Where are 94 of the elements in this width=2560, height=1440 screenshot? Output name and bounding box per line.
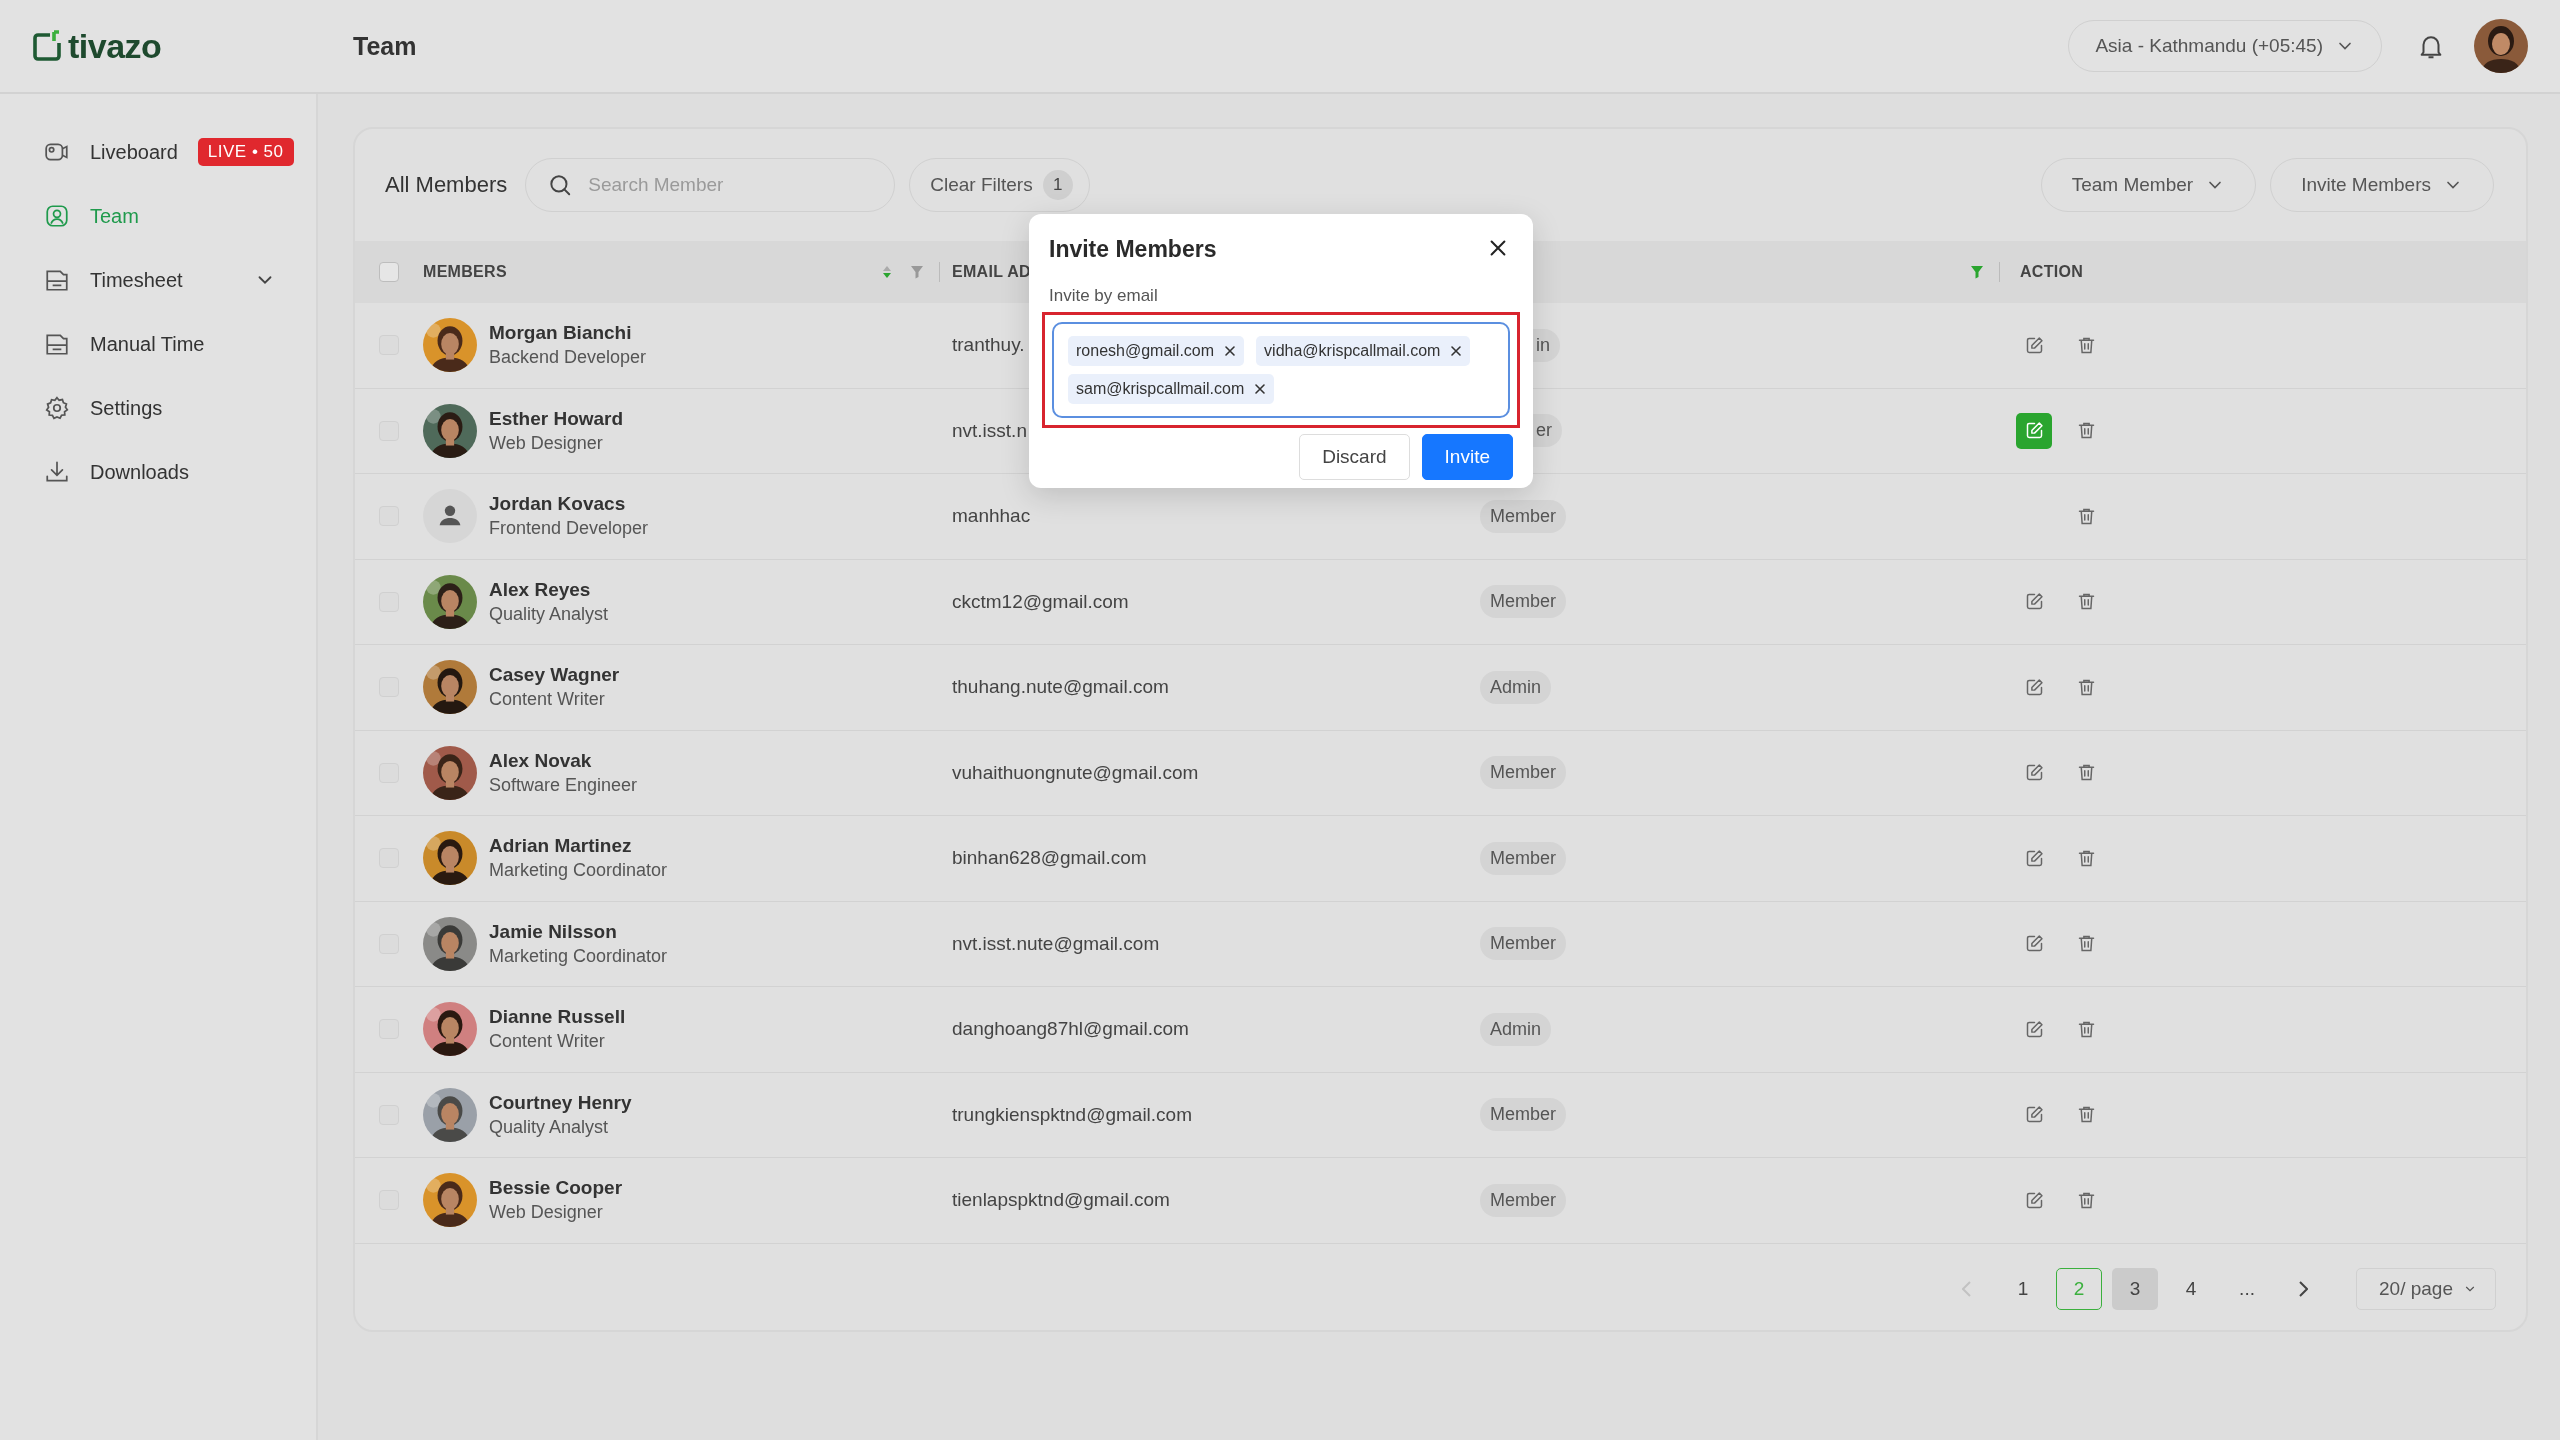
logo-icon [32, 30, 62, 62]
email-text: nvt.isst.n [952, 419, 1027, 442]
dropdown-button[interactable]: Team Member [2040, 158, 2257, 212]
remove-icon[interactable] [1254, 383, 1267, 395]
remove-icon[interactable] [1224, 345, 1237, 357]
sidebar-label: Timesheet [90, 268, 184, 292]
sidebar-label: Liveboard [90, 140, 178, 164]
role-tag: Member [1480, 927, 1566, 961]
email-tag: sam@krispcallmail.com [1068, 374, 1275, 404]
email-text: manhhac [952, 505, 1031, 528]
brand-name: tivazo [68, 26, 162, 66]
search-field[interactable]: Search Member [525, 158, 896, 212]
remove-icon[interactable] [1450, 345, 1463, 357]
clear-filters-button[interactable]: Clear Filters 1 [909, 158, 1090, 212]
member-name: Alex Reyes [489, 578, 592, 601]
role-tag: Member [1480, 1183, 1566, 1217]
sidebar-label: Settings [90, 396, 164, 420]
member-name: Jamie Nilsson [489, 920, 618, 943]
calendar-icon [44, 267, 70, 293]
page-button[interactable]: ... [2224, 1268, 2271, 1310]
email-text: vuhaithuongnute@gmail.com [952, 761, 1199, 784]
member-name: Jordan Kovacs [489, 493, 627, 516]
edit-button[interactable] [2016, 412, 2052, 449]
member-name: Bessie Cooper [489, 1177, 623, 1200]
page-size-dropdown[interactable]: 20/ page [2356, 1268, 2496, 1310]
section-title: All Members [385, 172, 508, 198]
chevron-left-icon [1962, 1281, 1973, 1297]
email-tag: vidha@krispcallmail.com [1256, 336, 1471, 366]
sidebar-item[interactable]: Timesheet [0, 252, 316, 308]
email-text: danghoang87hl@gmail.com [952, 1018, 1189, 1041]
role-tag: Member [1480, 499, 1566, 533]
member-name: Dianne Russell [489, 1006, 626, 1029]
email-text: binhan628@gmail.com [952, 847, 1147, 870]
column-header: MEMBERS [423, 263, 508, 281]
download-icon [44, 459, 70, 485]
email-text: ckctm12@gmail.com [952, 590, 1129, 613]
role-tag: Member [1480, 841, 1566, 875]
member-title: Quality Analyst [489, 1116, 610, 1138]
sidebar-item[interactable]: Settings [0, 380, 316, 436]
member-title: Content Writer [489, 689, 606, 711]
filter-count: 1 [1042, 170, 1073, 200]
settings-icon [44, 395, 70, 421]
page-button[interactable]: 1 [2000, 1268, 2047, 1310]
member-title: Marketing Coordinator [489, 945, 668, 967]
sidebar-label: Manual Time [90, 332, 206, 356]
column-header: ACTION [2020, 263, 2084, 281]
discard-button[interactable]: Discard [1299, 434, 1410, 480]
email-text: nvt.isst.nute@gmail.com [952, 932, 1160, 955]
email-text: thuhang.nute@gmail.com [952, 676, 1169, 699]
role-tag: Member [1480, 585, 1566, 619]
email-text: tranthuy. [952, 334, 1025, 357]
sidebar-item[interactable]: Downloads [0, 444, 316, 500]
chevron-right-icon [2298, 1281, 2309, 1297]
field-label: Invite by email [1049, 286, 1159, 306]
member-title: Frontend Developer [489, 518, 649, 540]
page-button[interactable]: 4 [2168, 1268, 2215, 1310]
timezone-dropdown[interactable]: Asia - Kathmandu (+05:45) [2068, 20, 2382, 72]
member-name: Morgan Bianchi [489, 322, 633, 345]
sidebar-label: Team [90, 204, 140, 228]
live-badge: LIVE • 50 [197, 138, 294, 166]
role-tag: Admin [1480, 670, 1552, 704]
page-title: Team [353, 31, 418, 61]
email-text: trungkienspktnd@gmail.com [952, 1103, 1192, 1126]
page-button[interactable]: 3 [2112, 1268, 2159, 1310]
role-tag: Member [1480, 756, 1566, 790]
member-name: Courtney Henry [489, 1091, 632, 1114]
select-all-checkbox[interactable] [379, 262, 399, 282]
sidebar-item[interactable]: Liveboard LIVE • 50 [0, 124, 316, 180]
user-icon [423, 489, 477, 544]
invite-button[interactable]: Invite [1421, 434, 1513, 480]
member-name: Casey Wagner [489, 664, 620, 687]
dialog-title: Invite Members [1049, 235, 1217, 263]
member-title: Software Engineer [489, 774, 638, 796]
role-tag: Member [1480, 1098, 1566, 1132]
member-name: Adrian Martinez [489, 835, 633, 858]
member-name: Alex Novak [489, 749, 593, 772]
member-title: Quality Analyst [489, 603, 609, 625]
email-input-field[interactable]: ronesh@gmail.com vidha@krispcallmail.com sam@krispcallmail.com [1052, 322, 1510, 418]
member-title: Marketing Coordinator [489, 860, 668, 882]
member-title: Web Designer [489, 1202, 604, 1224]
email-text: tienlapspktnd@gmail.com [952, 1189, 1170, 1212]
filter-icon[interactable] [1968, 264, 1985, 280]
member-title: Web Designer [489, 432, 604, 454]
member-title: Backend Developer [489, 347, 647, 369]
email-tag: ronesh@gmail.com [1068, 336, 1245, 366]
member-name: Esther Howard [489, 407, 624, 430]
column-header: EMAIL AD [952, 263, 1031, 281]
calendar-icon [44, 331, 70, 357]
user-icon [44, 203, 70, 229]
sidebar-label: Downloads [90, 460, 190, 484]
role-tag: Admin [1480, 1012, 1552, 1046]
sidebar-item[interactable]: Manual Time [0, 316, 316, 372]
dropdown-button[interactable]: Invite Members [2270, 158, 2494, 212]
member-title: Content Writer [489, 1031, 606, 1053]
